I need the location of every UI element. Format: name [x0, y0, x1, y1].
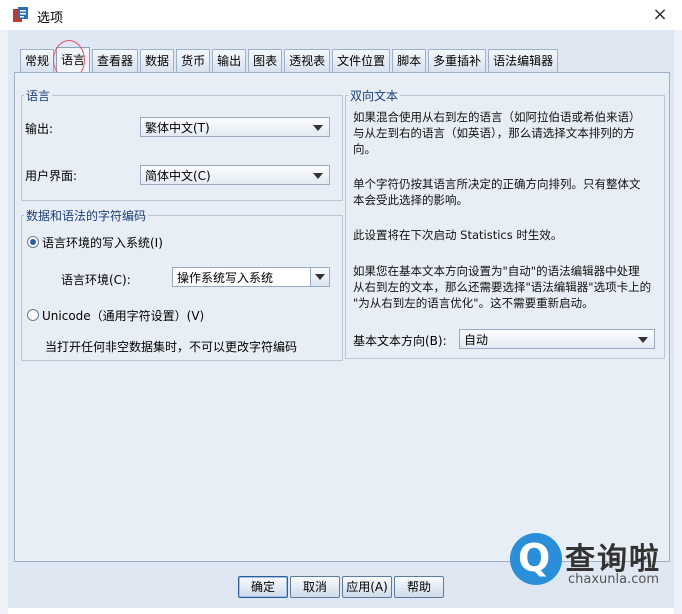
tab-output[interactable]: 输出	[212, 49, 247, 72]
output-language-label: 输出:	[25, 122, 54, 136]
locale-value: 操作系统写入系统	[177, 271, 274, 285]
chevron-down-icon	[638, 337, 648, 343]
right-edge	[674, 30, 682, 614]
tab-currency[interactable]: 货币	[176, 49, 211, 72]
tab-language[interactable]: 语言	[53, 40, 91, 80]
bidi-paragraph-3-line-1: 此设置将在下次启动 Statistics 时生效。	[353, 228, 563, 242]
help-button[interactable]: 帮助	[394, 576, 444, 598]
bidi-paragraph-1-line-3: 向。	[353, 142, 376, 156]
bidi-group-legend: 双向文本	[350, 89, 399, 103]
encoding-note: 当打开任何非空数据集时，不可以更改字符编码	[45, 340, 298, 354]
tab-syntax-editor[interactable]: 语法编辑器	[488, 49, 559, 72]
bidi-paragraph-1: 如果混合使用从右到左的语言（如阿拉伯语或希伯来语） 与从左到右的语言（如英语），…	[353, 109, 653, 157]
watermark-q-letter: Q	[518, 536, 551, 580]
locale-radio[interactable]	[27, 236, 39, 248]
tab-bar: 常规 语言 查看器 数据 货币 输出 图表 透视表 文件位置 脚本 多重插补 语…	[20, 40, 560, 80]
bidi-paragraph-1-line-1: 如果混合使用从右到左的语言（如阿拉伯语或希伯来语）	[353, 110, 641, 124]
tab-scripts[interactable]: 脚本	[392, 49, 427, 72]
bidi-paragraph-4-line-1: 如果您在基本文本方向设置为"自动"的语法编辑器中处理	[353, 264, 640, 278]
unicode-radio[interactable]	[27, 309, 39, 321]
bidi-paragraph-4-line-2: 从右到左的文本，那么还需要选择"语法编辑器"选项卡上的	[353, 280, 652, 294]
chevron-down-icon	[313, 173, 323, 179]
bidi-paragraph-3: 此设置将在下次启动 Statistics 时生效。	[353, 227, 653, 243]
title-bar: 选项 ×	[0, 0, 682, 30]
tab-data[interactable]: 数据	[140, 49, 175, 72]
spss-app-icon	[13, 7, 28, 22]
unicode-radio-label[interactable]: Unicode（通用字符设置）(V)	[42, 307, 204, 324]
close-icon[interactable]: ×	[646, 2, 674, 28]
chevron-down-icon	[313, 125, 323, 131]
ui-language-label: 用户界面:	[25, 169, 78, 183]
locale-dropdown-button[interactable]	[310, 268, 329, 286]
tab-language-label: 语言	[61, 53, 86, 67]
ok-button[interactable]: 确定	[238, 576, 288, 598]
ui-language-select[interactable]: 简体中文(C)	[140, 165, 330, 185]
bidi-paragraph-1-line-2: 与从左到右的语言（如英语），那么请选择文本排列的方	[353, 126, 635, 140]
tab-multiple-imputation[interactable]: 多重插补	[428, 49, 487, 72]
bidi-paragraph-4: 如果您在基本文本方向设置为"自动"的语法编辑器中处理 从右到左的文本，那么还需要…	[353, 263, 653, 311]
locale-radio-label[interactable]: 语言环境的写入系统(I)	[42, 234, 163, 251]
cancel-button[interactable]: 取消	[290, 576, 340, 598]
apply-button[interactable]: 应用(A)	[342, 576, 392, 598]
tab-file-locations[interactable]: 文件位置	[332, 49, 391, 72]
locale-select[interactable]: 操作系统写入系统	[172, 267, 330, 287]
options-dialog: 选项 × 常规 语言 查看器 数据 货币 输出 图表 透视表 文件位置 脚本 多…	[0, 0, 682, 614]
bidi-paragraph-2-line-2: 本会受此选择的影响。	[353, 193, 468, 207]
bidi-paragraph-2: 单个字符仍按其语言所决定的正确方向排列。只有整体文 本会受此选择的影响。	[353, 176, 653, 208]
watermark-url: chaxunla.com	[568, 572, 659, 587]
encoding-group-legend: 数据和语法的字符编码	[26, 209, 147, 223]
text-direction-select[interactable]: 自动	[459, 329, 655, 349]
bidi-paragraph-2-line-1: 单个字符仍按其语言所决定的正确方向排列。只有整体文	[353, 177, 641, 191]
tab-general[interactable]: 常规	[20, 49, 55, 72]
bidi-paragraph-4-line-3: "为从右到左的语言优化"。这不需要重新启动。	[353, 296, 594, 310]
text-direction-label: 基本文本方向(B):	[353, 334, 447, 348]
tab-pivot-tables[interactable]: 透视表	[284, 49, 331, 72]
ui-language-value: 简体中文(C)	[145, 169, 211, 183]
chevron-down-icon	[315, 274, 325, 280]
language-group-legend: 语言	[26, 89, 51, 103]
output-language-select[interactable]: 繁体中文(T)	[140, 117, 330, 137]
language-tab-pane: 语言 输出: 繁体中文(T) 用户界面: 简体中文(C) 数据和语法的字符编码 …	[14, 72, 670, 562]
left-edge	[0, 30, 8, 614]
tab-charts[interactable]: 图表	[248, 49, 283, 72]
tab-viewer[interactable]: 查看器	[92, 49, 139, 72]
locale-label: 语言环境(C):	[61, 273, 131, 287]
text-direction-value: 自动	[464, 333, 489, 347]
output-language-value: 繁体中文(T)	[145, 121, 210, 135]
window-title: 选项	[37, 11, 64, 26]
